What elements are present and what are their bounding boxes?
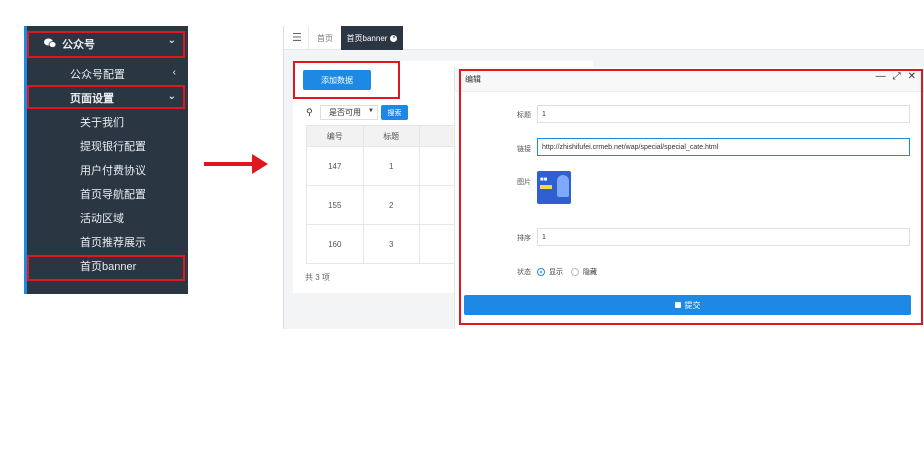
cell-id: 160 xyxy=(306,224,364,264)
highlight-box xyxy=(27,255,185,281)
table-row[interactable]: 160 3 xyxy=(306,224,457,264)
table-row[interactable]: 155 2 xyxy=(306,185,457,225)
tab-home[interactable]: 首页 xyxy=(308,26,342,50)
tab-label: 首页banner xyxy=(346,33,388,43)
sidebar-item-label: 用户付费协议 xyxy=(80,165,146,177)
table-row[interactable]: 147 1 xyxy=(306,146,457,186)
sidebar-item-label: 关于我们 xyxy=(80,117,124,129)
table-header-row: 编号 标题 xyxy=(306,125,457,147)
edit-modal: 编辑 — ⤢ ✕ 标题 1 链接 http://zhishifufei.crme… xyxy=(454,67,924,329)
column-header-id: 编号 xyxy=(306,125,364,147)
cell-extra xyxy=(418,146,457,186)
highlight-box xyxy=(293,61,400,99)
cell-extra xyxy=(418,185,457,225)
search-icon: ⚲ xyxy=(306,107,313,117)
sidebar-item-agreement[interactable]: 用户付费协议 xyxy=(24,158,188,182)
total-count: 共 3 项 xyxy=(305,273,330,282)
cell-extra xyxy=(418,224,457,264)
sidebar-item-nav-config[interactable]: 首页导航配置 xyxy=(24,182,188,206)
sidebar-item-wechat-config[interactable]: 公众号配置 ‹ xyxy=(24,62,188,86)
tab-banner[interactable]: 首页banner × xyxy=(341,26,403,50)
column-header-extra xyxy=(418,125,457,147)
highlight-box xyxy=(27,31,185,58)
arrow-right-icon xyxy=(252,154,268,174)
cell-id: 155 xyxy=(306,185,364,225)
sidebar-item-label: 公众号配置 xyxy=(70,69,125,81)
highlight-box xyxy=(27,85,185,109)
select-value: 是否可用 xyxy=(329,108,361,117)
sidebar-item-about[interactable]: 关于我们 xyxy=(24,110,188,134)
cell-title: 3 xyxy=(362,224,420,264)
caret-down-icon: ▼ xyxy=(368,108,374,114)
close-icon[interactable]: × xyxy=(390,34,398,42)
app-window: ☰ 首页 首页banner × 添加数据 ⚲ 是否可用 ▼ 搜索 编号 标题 1… xyxy=(283,26,924,329)
column-header-title: 标题 xyxy=(362,125,420,147)
cell-id: 147 xyxy=(306,146,364,186)
cell-title: 1 xyxy=(362,146,420,186)
menu-icon[interactable]: ☰ xyxy=(292,31,302,44)
tab-label: 首页 xyxy=(317,33,333,43)
search-button[interactable]: 搜索 xyxy=(381,105,408,120)
data-table: 编号 标题 147 1 155 2 160 3 xyxy=(306,125,457,264)
status-filter-select[interactable]: 是否可用 ▼ xyxy=(320,105,378,120)
arrow-line xyxy=(204,162,254,166)
sidebar-item-activity[interactable]: 活动区域 xyxy=(24,206,188,230)
sidebar: 公众号 ⌄ 公众号配置 ‹ 页面设置 ⌄ 关于我们 提现银行配置 用户付费协议 … xyxy=(24,26,188,294)
sidebar-item-label: 活动区域 xyxy=(80,213,124,225)
cell-title: 2 xyxy=(362,185,420,225)
sidebar-item-recommend[interactable]: 首页推荐展示 xyxy=(24,230,188,254)
sidebar-item-label: 首页导航配置 xyxy=(80,189,146,201)
chevron-left-icon: ‹ xyxy=(172,67,176,78)
highlight-box xyxy=(459,69,923,325)
sidebar-item-label: 首页推荐展示 xyxy=(80,237,146,249)
sidebar-item-label: 提现银行配置 xyxy=(80,141,146,153)
tab-bar: ☰ 首页 首页banner × xyxy=(284,26,924,50)
sidebar-item-bank[interactable]: 提现银行配置 xyxy=(24,134,188,158)
